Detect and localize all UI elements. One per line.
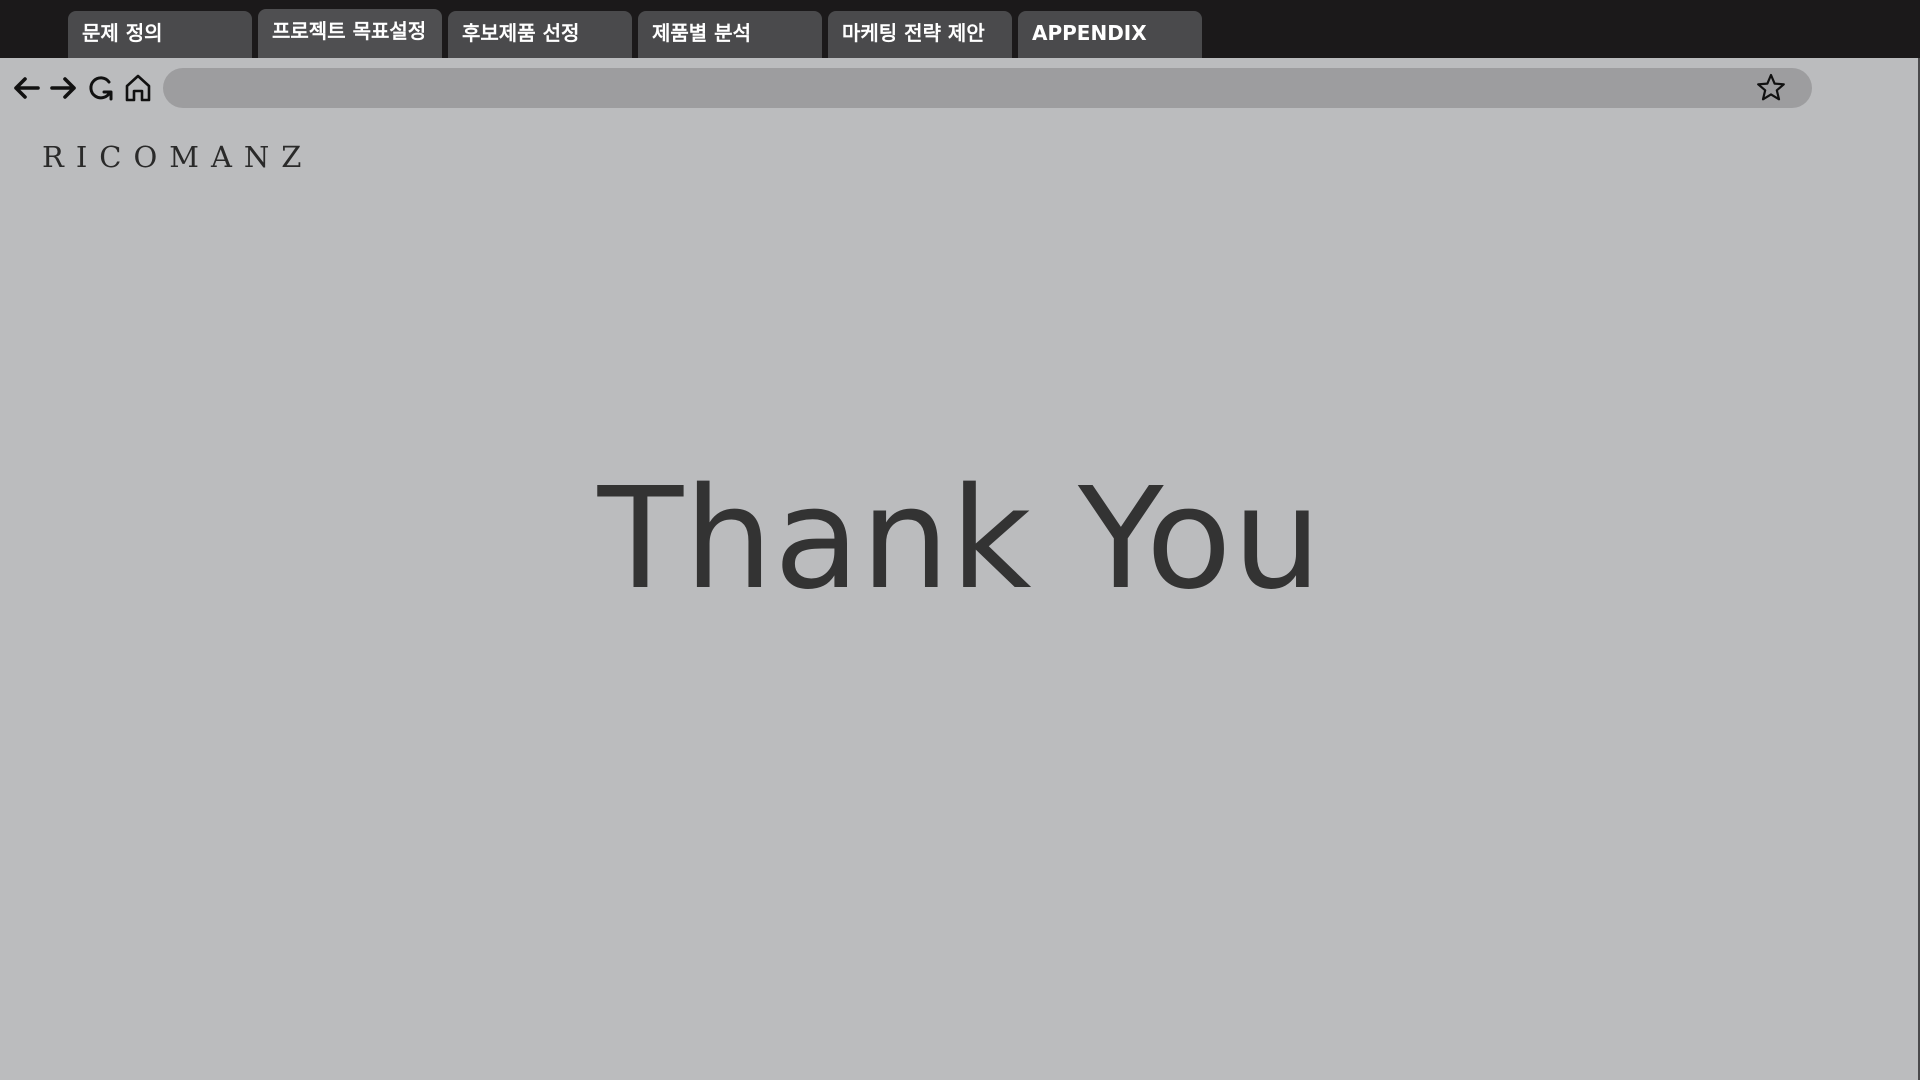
home-icon[interactable] xyxy=(121,71,155,105)
arrow-right-icon[interactable] xyxy=(47,71,81,105)
address-bar[interactable] xyxy=(163,68,1812,108)
thank-you-heading: Thank You xyxy=(597,458,1323,621)
tab-product-analysis[interactable]: 제품별 분석 xyxy=(638,11,822,58)
tab-problem-definition[interactable]: 문제 정의 xyxy=(68,11,252,58)
reload-icon[interactable] xyxy=(84,71,118,105)
tab-bar: 문제 정의 프로젝트 목표설정 후보제품 선정 제품별 분석 마케팅 전략 제안… xyxy=(0,0,1920,58)
star-icon[interactable] xyxy=(1755,72,1787,104)
tab-project-goal[interactable]: 프로젝트 목표설정 xyxy=(258,9,442,58)
tab-appendix[interactable]: APPENDIX xyxy=(1018,11,1202,58)
tab-candidate-products[interactable]: 후보제품 선정 xyxy=(448,11,632,58)
brand-logo: RICOMANZ xyxy=(42,140,314,174)
tab-marketing-strategy[interactable]: 마케팅 전략 제안 xyxy=(828,11,1012,58)
arrow-left-icon[interactable] xyxy=(9,71,43,105)
